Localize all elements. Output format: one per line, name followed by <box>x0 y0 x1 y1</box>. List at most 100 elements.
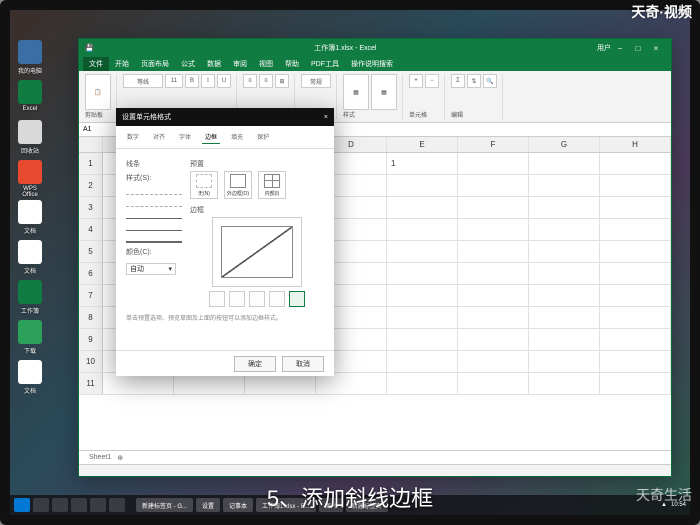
merge-button[interactable]: ⊞ <box>275 74 289 88</box>
row-header[interactable]: 7 <box>79 285 103 306</box>
desktop-icon-label[interactable]: 工作簿 <box>21 309 39 315</box>
row-header[interactable]: 11 <box>79 373 103 394</box>
tab-review[interactable]: 审阅 <box>227 57 253 71</box>
cell[interactable] <box>245 373 316 394</box>
cell[interactable] <box>174 373 245 394</box>
cell[interactable] <box>387 175 458 196</box>
cell[interactable] <box>529 373 600 394</box>
cell[interactable] <box>387 285 458 306</box>
cell[interactable] <box>529 329 600 350</box>
cell[interactable] <box>103 373 174 394</box>
cell[interactable] <box>529 263 600 284</box>
cell[interactable] <box>529 153 600 174</box>
row-header[interactable]: 9 <box>79 329 103 350</box>
cell[interactable] <box>458 285 529 306</box>
font-select[interactable]: 等线 <box>123 74 163 88</box>
col-header[interactable]: G <box>529 137 600 152</box>
minimize-button[interactable]: − <box>611 44 629 53</box>
find-button[interactable]: 🔍 <box>483 74 497 88</box>
table-format-button[interactable]: ▦ <box>371 74 397 110</box>
cell[interactable] <box>458 175 529 196</box>
sort-button[interactable]: ⇅ <box>467 74 481 88</box>
name-box[interactable]: A1 <box>79 126 119 133</box>
line-style-option[interactable] <box>126 197 182 207</box>
cell[interactable] <box>458 197 529 218</box>
cell[interactable] <box>600 153 671 174</box>
account-label[interactable]: 用户 <box>597 43 611 53</box>
sum-button[interactable]: Σ <box>451 74 465 88</box>
col-header[interactable]: H <box>600 137 671 152</box>
cell[interactable] <box>387 329 458 350</box>
cell[interactable] <box>600 307 671 328</box>
tab-home[interactable]: 开始 <box>109 57 135 71</box>
cell[interactable] <box>387 351 458 372</box>
desktop-icon-label[interactable]: 文档 <box>24 269 36 275</box>
titlebar[interactable]: 💾 工作簿1.xlsx - Excel 用户 − □ × <box>79 39 671 57</box>
row-header[interactable]: 2 <box>79 175 103 196</box>
sheet-tab[interactable]: Sheet1 <box>89 454 111 461</box>
cell[interactable] <box>458 153 529 174</box>
desktop-icon-label[interactable]: 下载 <box>24 349 36 355</box>
tab-view[interactable]: 视图 <box>253 57 279 71</box>
cell[interactable] <box>387 197 458 218</box>
cell[interactable] <box>458 329 529 350</box>
bold-button[interactable]: B <box>185 74 199 88</box>
row-header[interactable]: 1 <box>79 153 103 174</box>
dialog-titlebar[interactable]: 设置单元格格式 × <box>116 108 334 126</box>
dlg-tab-font[interactable]: 字体 <box>176 130 194 144</box>
cell[interactable] <box>387 241 458 262</box>
line-style-option[interactable] <box>126 209 182 219</box>
border-btn[interactable] <box>229 291 245 307</box>
cell[interactable] <box>529 307 600 328</box>
cell[interactable] <box>387 219 458 240</box>
row-header[interactable]: 3 <box>79 197 103 218</box>
close-button[interactable]: × <box>647 44 665 53</box>
col-header[interactable]: E <box>387 137 458 152</box>
preset-inside[interactable]: 内部(I) <box>258 171 286 199</box>
dlg-tab-protect[interactable]: 保护 <box>254 130 272 144</box>
row-header[interactable]: 10 <box>79 351 103 372</box>
desktop-icon-label[interactable]: 文档 <box>24 389 36 395</box>
cell[interactable] <box>458 241 529 262</box>
line-style-option[interactable] <box>126 221 182 231</box>
tab-formula[interactable]: 公式 <box>175 57 201 71</box>
cell[interactable] <box>458 307 529 328</box>
tab-file[interactable]: 文件 <box>83 57 109 71</box>
preset-outline[interactable]: 外边框(O) <box>224 171 252 199</box>
row-header[interactable]: 4 <box>79 219 103 240</box>
color-dropdown[interactable]: 自动▾ <box>126 263 176 275</box>
cell[interactable] <box>529 241 600 262</box>
cell[interactable] <box>529 197 600 218</box>
desktop-icon-label[interactable]: WPS Office <box>22 186 38 198</box>
cell[interactable] <box>600 373 671 394</box>
maximize-button[interactable]: □ <box>629 44 647 53</box>
row-header[interactable]: 5 <box>79 241 103 262</box>
cell[interactable] <box>458 219 529 240</box>
border-diagonal-button[interactable] <box>289 291 305 307</box>
row-header[interactable]: 6 <box>79 263 103 284</box>
preset-none[interactable]: 无(N) <box>190 171 218 199</box>
tab-pdf[interactable]: PDF工具 <box>305 57 345 71</box>
cond-format-button[interactable]: ▦ <box>343 74 369 110</box>
tab-data[interactable]: 数据 <box>201 57 227 71</box>
cell[interactable] <box>600 241 671 262</box>
cell[interactable] <box>529 175 600 196</box>
cell[interactable] <box>600 263 671 284</box>
cell[interactable]: 1 <box>387 153 458 174</box>
cell[interactable] <box>529 351 600 372</box>
cell[interactable] <box>600 219 671 240</box>
col-header[interactable]: F <box>458 137 529 152</box>
insert-button[interactable]: + <box>409 74 423 88</box>
desktop-icon-label[interactable]: 回收站 <box>21 149 39 155</box>
desktop-icon-label[interactable]: 文档 <box>24 229 36 235</box>
underline-button[interactable]: U <box>217 74 231 88</box>
dlg-tab-fill[interactable]: 填充 <box>228 130 246 144</box>
cell[interactable] <box>600 329 671 350</box>
paste-button[interactable]: 📋 <box>85 74 111 110</box>
cell[interactable] <box>529 285 600 306</box>
cell[interactable] <box>387 307 458 328</box>
cell[interactable] <box>387 373 458 394</box>
cell[interactable] <box>387 263 458 284</box>
line-style-option[interactable] <box>126 233 182 243</box>
cancel-button[interactable]: 取消 <box>282 356 324 372</box>
